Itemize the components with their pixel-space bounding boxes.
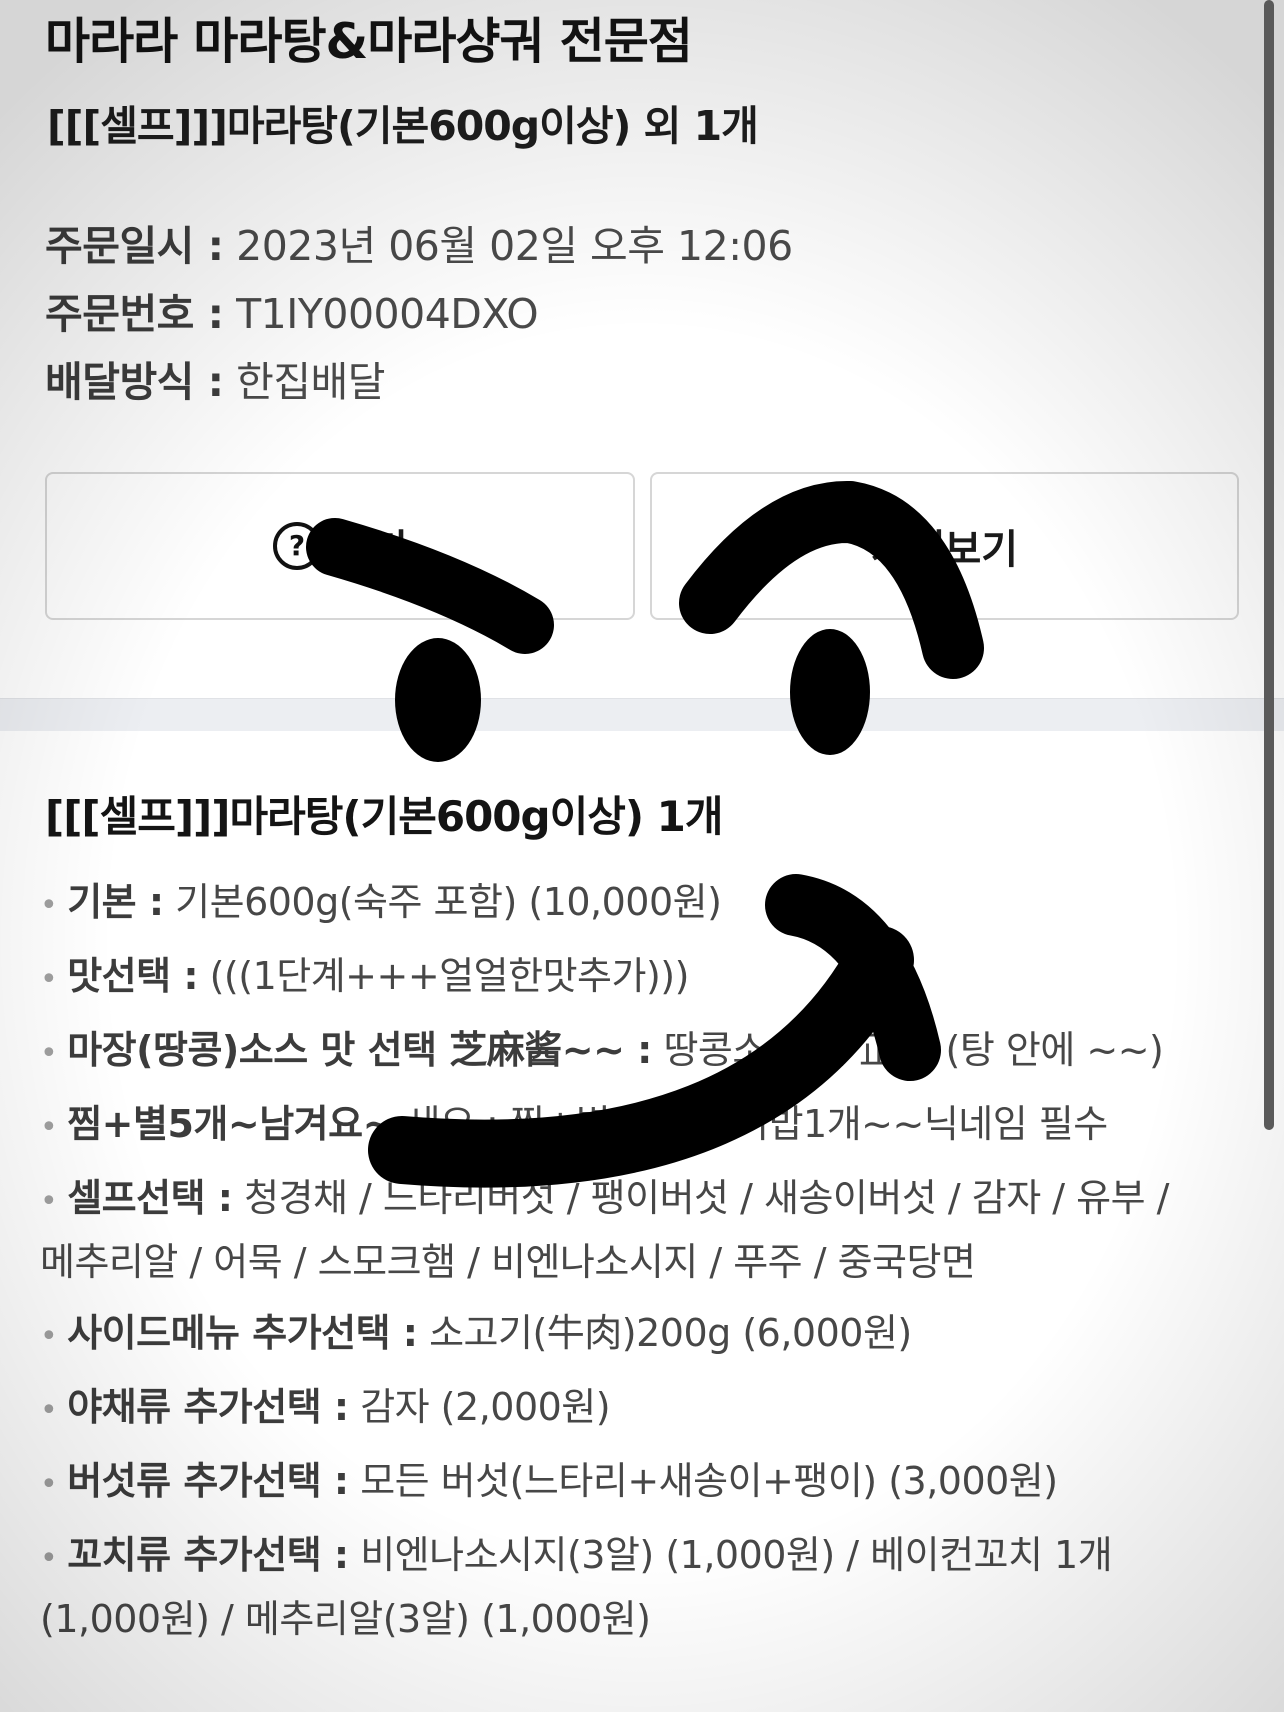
option-row: • 마장(땅콩)소스 맛 선택 芝麻酱~~ : 땅콩소스 맛 正常 (탕 안에 ~…	[40, 1020, 1240, 1084]
dot-bullet-icon: •	[40, 1036, 58, 1071]
option-value: 땅콩소스 맛 正常 (탕 안에 ~~)	[663, 1028, 1164, 1072]
option-label: 사이드메뉴 추가선택 :	[67, 1311, 418, 1355]
delivery-method-row: 배달방식 : 한집배달	[45, 348, 385, 408]
dot-bullet-icon: •	[40, 1184, 58, 1219]
svg-text:?: ?	[289, 529, 305, 562]
option-label: 버섯류 추가선택 :	[67, 1459, 349, 1503]
option-value: 세요 : 찜+별5개~공기밥1개~~닉네임 필수	[405, 1102, 1109, 1146]
option-value: 기본600g(숙주 포함) (10,000원)	[175, 880, 722, 924]
order-number-label: 주문번호 :	[45, 290, 224, 338]
item-title: [[[셀프]]]마라탕(기본600g이상) 1개	[45, 792, 724, 841]
order-number-value: T1IY00004DXO	[236, 290, 539, 338]
dot-bullet-icon: •	[40, 1467, 58, 1502]
view-store-button[interactable]: 가게보기	[650, 472, 1239, 620]
delivery-method-value: 한집배달	[236, 358, 385, 406]
option-label: 마장(땅콩)소스 맛 선택 芝麻酱~~ :	[67, 1028, 652, 1072]
option-row: • 기본 : 기본600g(숙주 포함) (10,000원)	[40, 872, 1240, 936]
option-label: 야채류 추가선택 :	[67, 1385, 349, 1429]
dot-bullet-icon: •	[40, 888, 58, 923]
option-row: • 야채류 추가선택 : 감자 (2,000원)	[40, 1377, 1240, 1441]
option-value: (((1단계+++얼얼한맛추가)))	[209, 954, 690, 998]
question-circle-icon: ?	[272, 521, 322, 571]
section-divider	[0, 698, 1284, 731]
item-options-list: • 기본 : 기본600g(숙주 포함) (10,000원) • 맛선택 : (((…	[40, 872, 1240, 1660]
option-row: • 사이드메뉴 추가선택 : 소고기(牛肉)200g (6,000원)	[40, 1303, 1240, 1367]
dot-bullet-icon: •	[40, 1393, 58, 1428]
help-button[interactable]: ? 하기	[45, 472, 635, 620]
dot-bullet-icon: •	[40, 1541, 58, 1576]
dot-bullet-icon: •	[40, 1110, 58, 1145]
order-summary: [[[셀프]]]마라탕(기본600g이상) 외 1개	[47, 102, 759, 150]
option-label: 찜+별5개~남겨요~	[67, 1102, 394, 1146]
order-date-row: 주문일시 : 2023년 06월 02일 오후 12:06	[45, 212, 793, 272]
order-date-value: 2023년 06월 02일 오후 12:06	[236, 222, 793, 270]
option-row: • 버섯류 추가선택 : 모든 버섯(느타리+새송이+팽이) (3,000원)	[40, 1451, 1240, 1515]
option-value: 소고기(牛肉)200g (6,000원)	[429, 1311, 912, 1355]
store-name: 마라라 마라탕&마라샹궈 전문점	[45, 13, 693, 70]
delivery-method-label: 배달방식 :	[45, 358, 224, 406]
option-label: 셀프선택 :	[67, 1176, 233, 1220]
option-label: 맛선택 :	[67, 954, 199, 998]
option-value: 감자 (2,000원)	[360, 1385, 611, 1429]
option-row: • 맛선택 : (((1단계+++얼얼한맛추가)))	[40, 946, 1240, 1010]
order-date-label: 주문일시 :	[45, 222, 224, 270]
scrollbar[interactable]	[1264, 0, 1274, 1130]
option-label: 꼬치류 추가선택 :	[67, 1533, 349, 1577]
help-button-label: 하기	[334, 527, 408, 573]
order-header-section: 마라라 마라탕&마라샹궈 전문점 [[[셀프]]]마라탕(기본600g이상) 외…	[0, 0, 1284, 698]
dot-bullet-icon: •	[40, 1319, 58, 1354]
option-label: 기본 :	[67, 880, 164, 924]
option-row: • 셀프선택 : 청경채 / 느타리버섯 / 팽이버섯 / 새송이버섯 / 감자 …	[40, 1168, 1240, 1293]
option-value: 모든 버섯(느타리+새송이+팽이) (3,000원)	[360, 1459, 1058, 1503]
order-number-row: 주문번호 : T1IY00004DXO	[45, 280, 539, 340]
option-row: • 찜+별5개~남겨요~ 세요 : 찜+별5개~공기밥1개~~닉네임 필수	[40, 1094, 1240, 1158]
view-store-button-label: 가게보기	[870, 527, 1019, 573]
option-row: • 꼬치류 추가선택 : 비엔나소시지(3알) (1,000원) / 베이컨꼬치 …	[40, 1525, 1240, 1650]
dot-bullet-icon: •	[40, 962, 58, 997]
